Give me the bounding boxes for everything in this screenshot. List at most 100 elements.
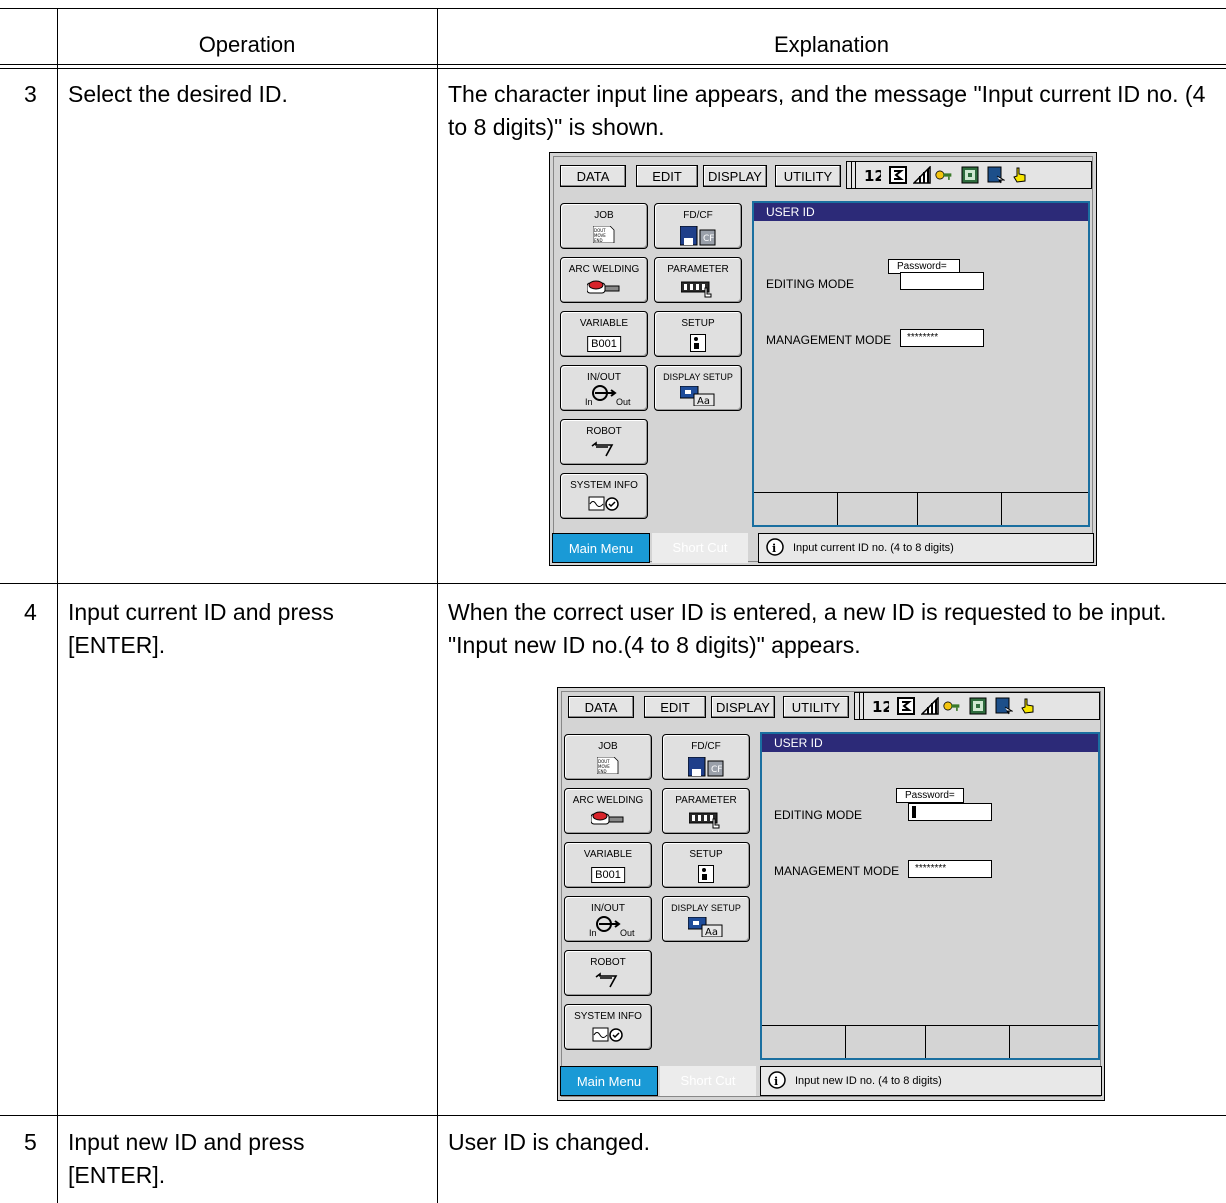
inout-menu-button[interactable]: IN/OUT In Out [564,896,652,942]
short-cut-button[interactable]: Short Cut [660,1066,756,1096]
display-setup-menu-button[interactable]: DISPLAY SETUP Aa [662,896,750,942]
softkey-1[interactable] [762,1026,846,1058]
text-cursor [912,806,916,818]
svg-text:CF: CF [711,765,722,775]
speed-icon [913,166,931,184]
step-number: 4 [24,599,37,625]
softkey-3[interactable] [926,1026,1010,1058]
svg-text:CF: CF [703,234,714,244]
floppy-disk-icon: CF [688,757,724,777]
row-rule-4 [0,1115,1226,1116]
arc-welding-menu-button[interactable]: ARC WELDING [564,788,652,834]
job-document-icon: DOUTMOVEEND [593,226,615,243]
data-menu-button[interactable]: DATA [568,696,634,718]
col-rule-operation [437,8,438,1203]
svg-text:12: 12 [864,167,881,184]
axis-group-icon: 12 [872,698,889,715]
display-setup-icon: Aa [688,917,723,937]
operation-text: Input new ID and press [ENTER]. [68,1129,305,1188]
svg-text:END: END [598,769,607,774]
robot-menu-button[interactable]: ROBOT [560,419,648,465]
data-menu-button[interactable]: DATA [560,165,626,187]
security-key-icon [943,701,960,711]
job-status-icon [987,166,1005,184]
job-document-icon: DOUTMOVEEND [597,757,619,774]
play-mode-icon [969,697,987,715]
display-menu-button[interactable]: DISPLAY [703,165,767,187]
system-info-icon [588,496,619,511]
parameter-menu-button[interactable]: PARAMETER [662,788,750,834]
table-top-rule [0,8,1226,9]
job-menu-button[interactable]: JOB DOUT MOVE END [560,203,648,249]
softkey-2[interactable] [838,493,918,525]
panel-title: USER ID [754,203,1088,221]
coordinate-icon [897,697,915,715]
system-info-menu-button[interactable]: SYSTEM INFO [564,1004,652,1050]
operation-text: Input current ID and press [ENTER]. [68,599,334,658]
info-icon: i [768,1071,786,1089]
editing-mode-input[interactable] [900,272,984,290]
display-menu-button[interactable]: DISPLAY [711,696,775,718]
softkey-row [754,492,1088,525]
job-menu-button[interactable]: JOB DOUT MOVE END [564,734,652,780]
job-status-icon [995,697,1013,715]
editing-mode-input[interactable] [908,803,992,821]
management-mode-label: MANAGEMENT MODE [766,333,892,347]
axis-group-icon: 12 [864,167,881,184]
softkey-2[interactable] [846,1026,926,1058]
robot-arm-icon [591,441,614,457]
svg-text:i: i [772,542,776,555]
hand-pointer-icon [1021,698,1034,714]
system-info-menu-button[interactable]: SYSTEM INFO [560,473,648,519]
svg-text:END: END [594,238,603,243]
svg-text:Aa: Aa [697,396,710,406]
info-icon: i [766,538,784,556]
arc-welding-menu-button[interactable]: ARC WELDING [560,257,648,303]
short-cut-button[interactable]: Short Cut [652,533,748,563]
utility-menu-button[interactable]: UTILITY [783,696,849,718]
edit-menu-button[interactable]: EDIT [644,696,706,718]
svg-text:i: i [774,1075,778,1088]
security-key-icon [935,170,952,180]
header-explanation: Explanation [774,32,889,57]
main-menu-button[interactable]: Main Menu [560,1066,658,1096]
step-number: 5 [24,1129,37,1155]
explanation-text: The character input line appears, and th… [448,81,1206,140]
header-rule-1 [0,64,1226,65]
fdcf-menu-button[interactable]: FD/CF CF [654,203,742,249]
inout-menu-button[interactable]: IN/OUT In Out [560,365,648,411]
management-mode-value[interactable]: ******** [908,860,992,878]
utility-menu-button[interactable]: UTILITY [775,165,841,187]
softkey-3[interactable] [918,493,1002,525]
robot-menu-button[interactable]: ROBOT [564,950,652,996]
panel-title: USER ID [762,734,1098,752]
management-mode-label: MANAGEMENT MODE [774,864,900,878]
management-mode-value[interactable]: ******** [900,329,984,347]
edit-menu-button[interactable]: EDIT [636,165,698,187]
status-icon-strip: 12 [854,692,1100,720]
setup-icon [690,334,706,352]
setup-menu-button[interactable]: SETUP [654,311,742,357]
operation-text: Select the desired ID. [68,81,288,107]
status-icon-strip: 12 [846,161,1092,189]
controller-screen: DATA EDIT DISPLAY UTILITY 12 JOB DOUT MOV… [557,687,1105,1101]
step-number: 3 [24,81,37,107]
main-menu-button[interactable]: Main Menu [552,533,650,563]
setup-menu-button[interactable]: SETUP [662,842,750,888]
header-operation: Operation [198,32,296,57]
inout-arrow-icon [596,916,621,932]
fdcf-menu-button[interactable]: FD/CF CF [662,734,750,780]
parameter-switch-icon [689,812,720,829]
display-setup-menu-button[interactable]: DISPLAY SETUP Aa [654,365,742,411]
editing-mode-label: EDITING MODE [766,277,855,291]
variable-box-icon: B001 [591,867,625,883]
parameter-menu-button[interactable]: PARAMETER [654,257,742,303]
explanation-text: When the correct user ID is entered, a n… [448,599,1167,658]
inout-arrow-icon [592,385,617,401]
variable-menu-button[interactable]: VARIABLE B001 [560,311,648,357]
softkey-1[interactable] [754,493,838,525]
welding-torch-icon [587,280,620,294]
user-id-panel: USER ID Password= EDITING MODE MANAGEMEN… [752,201,1090,527]
variable-menu-button[interactable]: VARIABLE B001 [564,842,652,888]
svg-text:12: 12 [872,698,889,715]
